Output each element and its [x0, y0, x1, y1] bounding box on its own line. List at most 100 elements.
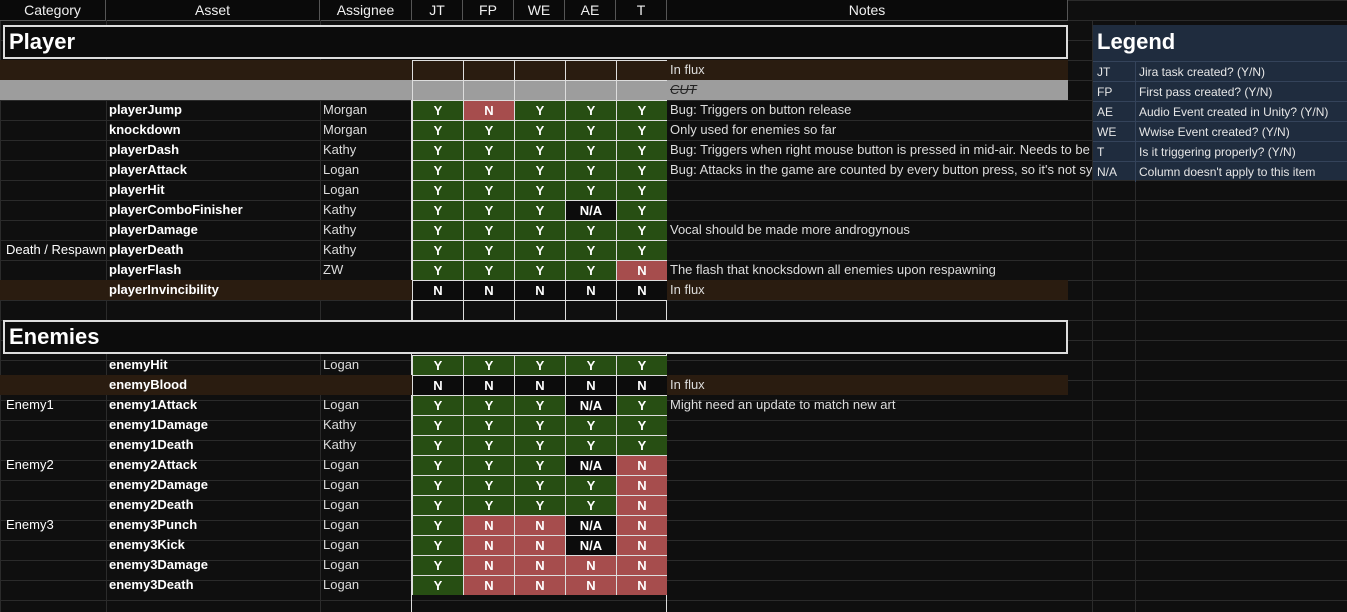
table-row[interactable]: In flux	[0, 60, 1068, 80]
notes-cell[interactable]	[670, 555, 1092, 575]
header-assignee[interactable]: Assignee	[320, 0, 412, 20]
assignee-cell[interactable]	[323, 280, 409, 300]
table-row[interactable]: playerHit Logan Y Y Y Y Y	[0, 180, 1068, 200]
asset-cell[interactable]: playerHit	[109, 180, 319, 200]
ae-cell[interactable]: Y	[565, 475, 616, 495]
ae-cell[interactable]: Y	[565, 160, 616, 180]
t-cell[interactable]: Y	[616, 220, 667, 240]
ae-cell[interactable]: N/A	[565, 515, 616, 535]
we-cell[interactable]: Y	[514, 220, 565, 240]
t-cell[interactable]: N	[616, 535, 667, 555]
fp-cell[interactable]: Y	[463, 415, 514, 435]
ae-cell[interactable]: Y	[565, 435, 616, 455]
t-cell[interactable]: Y	[616, 240, 667, 260]
asset-cell[interactable]: enemyBlood	[109, 375, 319, 395]
t-cell[interactable]: Y	[616, 120, 667, 140]
notes-cell[interactable]	[670, 300, 1092, 320]
we-cell[interactable]: Y	[514, 355, 565, 375]
t-cell[interactable]: Y	[616, 355, 667, 375]
assignee-cell[interactable]: Kathy	[323, 220, 409, 240]
notes-cell[interactable]: In flux	[670, 280, 1092, 300]
assignee-cell[interactable]: Logan	[323, 555, 409, 575]
we-cell[interactable]: Y	[514, 160, 565, 180]
asset-cell[interactable]: playerComboFinisher	[109, 200, 319, 220]
asset-cell[interactable]: enemyHit	[109, 355, 319, 375]
we-cell[interactable]: Y	[514, 240, 565, 260]
assignee-cell[interactable]: Kathy	[323, 200, 409, 220]
t-cell[interactable]: N	[616, 555, 667, 575]
t-cell[interactable]: N	[616, 375, 667, 395]
category-cell[interactable]: Enemy2	[6, 455, 106, 475]
asset-cell[interactable]: playerDash	[109, 140, 319, 160]
fp-cell[interactable]: Y	[463, 435, 514, 455]
ae-cell[interactable]: N	[565, 555, 616, 575]
we-cell[interactable]: N	[514, 535, 565, 555]
fp-cell[interactable]: Y	[463, 395, 514, 415]
table-row[interactable]: enemy2Damage Logan Y Y Y Y N	[0, 475, 1068, 495]
table-row[interactable]: playerFlash ZW Y Y Y Y N The flash that knocksd…	[0, 260, 1068, 280]
we-cell[interactable]: Y	[514, 495, 565, 515]
we-cell[interactable]: Y	[514, 180, 565, 200]
table-row[interactable]: knockdown Morgan Y Y Y Y Y Only used for enemie…	[0, 120, 1068, 140]
we-cell[interactable]: N	[514, 555, 565, 575]
table-row[interactable]	[0, 300, 1068, 320]
assignee-cell[interactable]	[323, 300, 409, 320]
t-cell[interactable]: N	[616, 455, 667, 475]
notes-cell[interactable]	[670, 180, 1092, 200]
table-row[interactable]: playerComboFinisher Kathy Y Y Y N/A Y	[0, 200, 1068, 220]
notes-cell[interactable]	[670, 355, 1092, 375]
category-cell[interactable]	[6, 80, 106, 100]
asset-cell[interactable]: playerDeath	[109, 240, 319, 260]
assignee-cell[interactable]: Logan	[323, 355, 409, 375]
notes-cell[interactable]	[670, 495, 1092, 515]
ae-cell[interactable]: N/A	[565, 395, 616, 415]
ae-cell[interactable]: Y	[565, 120, 616, 140]
jt-cell[interactable]: Y	[412, 140, 463, 160]
t-cell[interactable]: Y	[616, 435, 667, 455]
category-cell[interactable]	[6, 160, 106, 180]
assignee-cell[interactable]	[323, 375, 409, 395]
we-cell[interactable]: N	[514, 280, 565, 300]
ae-cell[interactable]: N	[565, 280, 616, 300]
asset-cell[interactable]: playerAttack	[109, 160, 319, 180]
category-cell[interactable]	[6, 100, 106, 120]
table-row[interactable]: Enemy1 enemy1Attack Logan Y Y Y N/A Y Might need…	[0, 395, 1068, 415]
assignee-cell[interactable]	[323, 80, 409, 100]
jt-cell[interactable]: Y	[412, 555, 463, 575]
category-cell[interactable]: Enemy3	[6, 515, 106, 535]
table-row[interactable]: enemy3Death Logan Y N N N N	[0, 575, 1068, 595]
notes-cell[interactable]	[670, 455, 1092, 475]
fp-cell[interactable]: Y	[463, 455, 514, 475]
we-cell[interactable]: Y	[514, 415, 565, 435]
notes-cell[interactable]: Vocal should be made more androgynous	[670, 220, 1092, 240]
ae-cell[interactable]: Y	[565, 220, 616, 240]
header-fp[interactable]: FP	[463, 0, 514, 20]
t-cell[interactable]: N	[616, 280, 667, 300]
t-cell[interactable]: Y	[616, 200, 667, 220]
t-cell[interactable]: Y	[616, 100, 667, 120]
assignee-cell[interactable]: Logan	[323, 180, 409, 200]
ae-cell[interactable]: Y	[565, 180, 616, 200]
t-cell[interactable]	[616, 300, 667, 320]
we-cell[interactable]	[514, 60, 565, 80]
ae-cell[interactable]: N	[565, 575, 616, 595]
fp-cell[interactable]: Y	[463, 475, 514, 495]
table-row[interactable]: Death / Respawn playerDeath Kathy Y Y Y Y Y	[0, 240, 1068, 260]
category-cell[interactable]: Enemy1	[6, 395, 106, 415]
asset-cell[interactable]: enemy2Death	[109, 495, 319, 515]
t-cell[interactable]: Y	[616, 160, 667, 180]
jt-cell[interactable]: Y	[412, 575, 463, 595]
table-row[interactable]: playerDamage Kathy Y Y Y Y Y Vocal should be ma…	[0, 220, 1068, 240]
notes-cell[interactable]: Bug: Triggers when right mouse button is…	[670, 140, 1092, 160]
fp-cell[interactable]: Y	[463, 200, 514, 220]
asset-cell[interactable]: enemy3Damage	[109, 555, 319, 575]
jt-cell[interactable]: Y	[412, 415, 463, 435]
jt-cell[interactable]: Y	[412, 455, 463, 475]
ae-cell[interactable]: N	[565, 375, 616, 395]
assignee-cell[interactable]: Morgan	[323, 100, 409, 120]
notes-cell[interactable]: Bug: Triggers on button release	[670, 100, 1092, 120]
table-row[interactable]: CUT	[0, 80, 1068, 100]
table-row[interactable]: enemyBlood N N N N N In flux	[0, 375, 1068, 395]
table-row[interactable]: Enemy3 enemy3Punch Logan Y N N N/A N	[0, 515, 1068, 535]
ae-cell[interactable]: Y	[565, 240, 616, 260]
